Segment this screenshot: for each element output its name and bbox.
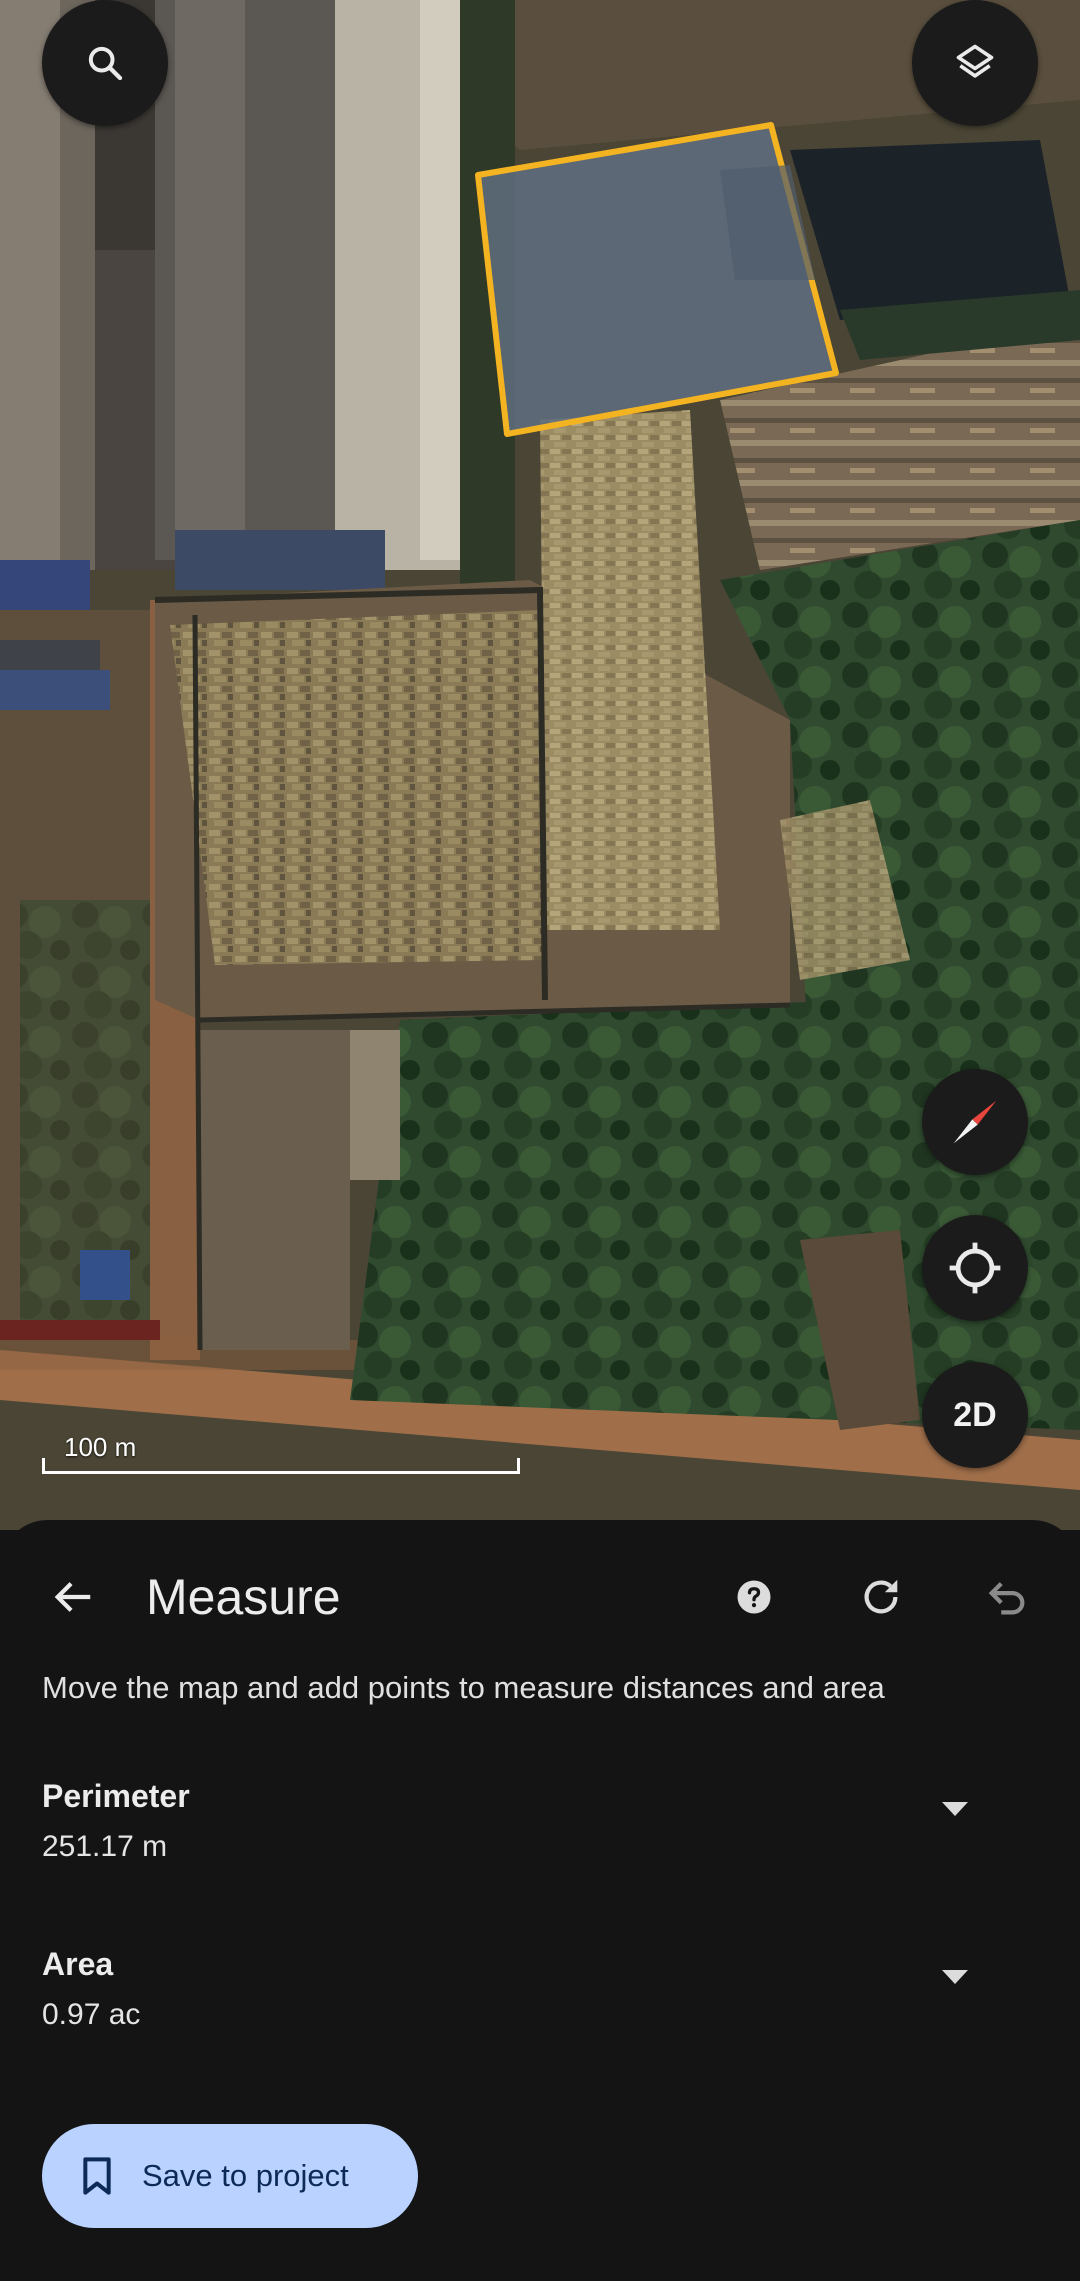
chevron-down-icon[interactable] bbox=[940, 1968, 970, 1986]
measure-toolbar: Measure bbox=[0, 1520, 1080, 1670]
map-view[interactable]: 2D 100 m bbox=[0, 0, 1080, 1530]
reset-button[interactable] bbox=[848, 1564, 914, 1630]
my-location-button[interactable] bbox=[922, 1215, 1028, 1321]
help-button[interactable] bbox=[721, 1564, 787, 1630]
layers-button[interactable] bbox=[912, 0, 1038, 126]
back-arrow-icon bbox=[54, 1582, 91, 1612]
area-label: Area bbox=[42, 1946, 114, 1982]
perimeter-value: 251.17 m bbox=[42, 1830, 168, 1863]
scale-bar: 100 m bbox=[42, 1432, 520, 1474]
save-to-project-button[interactable]: Save to project bbox=[42, 2124, 418, 2228]
view-mode-toggle[interactable]: 2D bbox=[922, 1362, 1028, 1468]
sheet-title: Measure bbox=[146, 1569, 341, 1625]
compass-button[interactable] bbox=[922, 1069, 1028, 1175]
area-value: 0.97 ac bbox=[42, 1998, 141, 2031]
bookmark-icon bbox=[83, 2157, 111, 2195]
undo-button[interactable] bbox=[974, 1564, 1040, 1630]
search-icon bbox=[88, 46, 123, 81]
perimeter-row[interactable]: Perimeter 251.17 m bbox=[0, 1778, 1080, 1888]
measure-sheet: Measure Move the map and add points to m… bbox=[0, 1520, 1080, 2281]
layers-icon bbox=[956, 44, 994, 78]
view-mode-label: 2D bbox=[953, 1395, 997, 1434]
perimeter-label: Perimeter bbox=[42, 1778, 190, 1814]
my-location-icon bbox=[949, 1242, 1001, 1294]
back-button[interactable] bbox=[40, 1564, 106, 1630]
scale-bar-line bbox=[42, 1458, 520, 1474]
satellite-imagery bbox=[0, 0, 1080, 1530]
search-button[interactable] bbox=[42, 0, 168, 126]
compass-icon bbox=[953, 1100, 997, 1144]
instruction-text: Move the map and add points to measure d… bbox=[42, 1670, 885, 1705]
reset-icon bbox=[864, 1579, 898, 1614]
area-row[interactable]: Area 0.97 ac bbox=[0, 1946, 1080, 2056]
help-icon bbox=[737, 1580, 771, 1614]
save-to-project-label: Save to project bbox=[142, 2158, 349, 2193]
chevron-down-icon[interactable] bbox=[940, 1800, 970, 1818]
undo-icon bbox=[988, 1582, 1025, 1615]
